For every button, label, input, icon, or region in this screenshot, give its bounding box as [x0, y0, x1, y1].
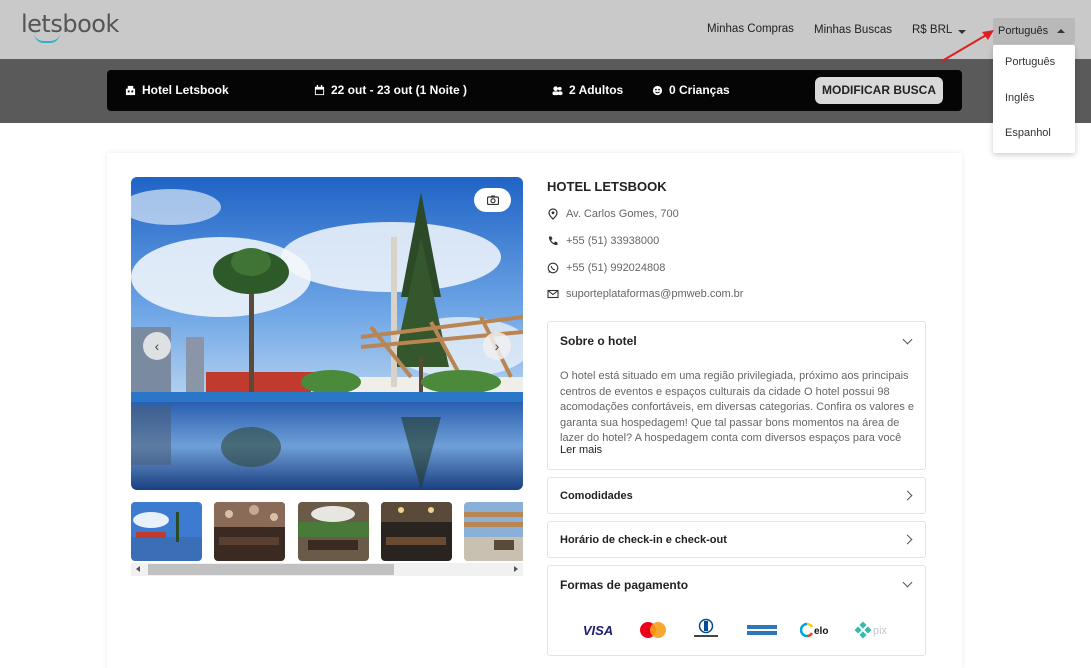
- chevron-down-icon[interactable]: [902, 334, 913, 345]
- calendar-icon: [314, 84, 325, 95]
- annotation-arrow-icon: [941, 30, 994, 62]
- amenities-title: Comodidades: [560, 490, 633, 502]
- checkin-section[interactable]: Horário de check-in e check-out: [547, 521, 926, 558]
- payment-section: Formas de pagamento VISA elo pix: [547, 565, 926, 656]
- photo-next-button[interactable]: ›: [483, 332, 511, 360]
- diners-club-logo: [690, 618, 722, 642]
- language-option-portugues[interactable]: Português: [1005, 56, 1055, 68]
- thumbnail-scrollbar[interactable]: [131, 563, 523, 576]
- chevron-right-icon: [902, 490, 913, 501]
- thumbnail-pergola[interactable]: [464, 502, 523, 561]
- language-option-espanhol[interactable]: Espanhol: [1005, 127, 1051, 139]
- gallery-button[interactable]: [474, 188, 511, 212]
- building-icon: [125, 85, 136, 95]
- scroll-right-icon[interactable]: [514, 566, 518, 572]
- users-icon: [552, 85, 563, 95]
- hotel-name: HOTEL LETSBOOK: [547, 179, 667, 194]
- top-header: letsbook Minhas Compras Minhas Buscas R$…: [0, 0, 1091, 59]
- search-summary-bar: Hotel Letsbook 22 out - 23 out (1 Noite …: [107, 70, 962, 111]
- nav-minhas-buscas[interactable]: Minhas Buscas: [814, 24, 892, 36]
- hotel-address-text: Av. Carlos Gomes, 700: [566, 208, 679, 220]
- search-adults-label: 2 Adultos: [569, 83, 624, 97]
- thumbnail-restaurant[interactable]: [214, 502, 285, 561]
- chevron-left-icon: ‹: [154, 338, 160, 354]
- language-label: Português: [998, 25, 1049, 37]
- hotel-address: Av. Carlos Gomes, 700: [547, 208, 679, 220]
- thumbnail-dining-room[interactable]: [381, 502, 452, 561]
- visa-logo: VISA: [582, 622, 614, 638]
- scroll-left-icon[interactable]: [136, 566, 140, 572]
- camera-icon: [486, 195, 499, 205]
- elo-logo: elo: [800, 618, 834, 642]
- about-hotel-section: Sobre o hotel O hotel está situado em um…: [547, 321, 926, 470]
- chevron-right-icon: [902, 534, 913, 545]
- hotel-email-text: suporteplataformas@pmweb.com.br: [566, 288, 744, 300]
- modify-search-button[interactable]: MODIFICAR BUSCA: [815, 77, 943, 104]
- chevron-right-icon: ›: [494, 338, 500, 354]
- search-hotel-label: Hotel Letsbook: [142, 83, 229, 97]
- svg-text:elo: elo: [814, 626, 828, 637]
- search-adults[interactable]: 2 Adultos: [552, 83, 623, 97]
- about-hotel-title[interactable]: Sobre o hotel: [560, 334, 637, 348]
- hotel-main-photo[interactable]: [131, 177, 523, 490]
- language-selector[interactable]: Português: [993, 18, 1075, 44]
- location-pin-icon: [548, 208, 558, 220]
- nav-minhas-compras[interactable]: Minhas Compras: [707, 23, 794, 35]
- american-express-logo: [744, 618, 780, 642]
- search-dates[interactable]: 22 out - 23 out (1 Noite ): [314, 83, 467, 97]
- hotel-phone[interactable]: +55 (51) 33938000: [547, 235, 659, 247]
- language-dropdown: Português Inglês Espanhol: [993, 45, 1075, 153]
- mastercard-logo: [636, 618, 670, 642]
- search-hotel[interactable]: Hotel Letsbook: [125, 83, 229, 97]
- scrollbar-thumb[interactable]: [148, 564, 394, 575]
- checkin-title: Horário de check-in e check-out: [560, 534, 727, 546]
- search-children-label: 0 Crianças: [669, 83, 730, 97]
- thumbnail-pool[interactable]: [131, 502, 202, 561]
- about-hotel-text: O hotel está situado em uma região privi…: [560, 370, 915, 444]
- payment-title[interactable]: Formas de pagamento: [560, 578, 688, 592]
- svg-text:pix: pix: [873, 625, 888, 637]
- whatsapp-icon: [547, 262, 559, 274]
- search-children[interactable]: 0 Crianças: [652, 83, 730, 97]
- pool-photo-image: [131, 177, 523, 490]
- child-icon: [652, 85, 663, 95]
- thumbnail-strip: [131, 502, 523, 562]
- hotel-whatsapp[interactable]: +55 (51) 992024808: [547, 262, 665, 274]
- hotel-whatsapp-text: +55 (51) 992024808: [566, 262, 666, 274]
- language-option-ingles[interactable]: Inglês: [1005, 92, 1034, 104]
- mail-icon: [547, 289, 559, 299]
- hotel-email[interactable]: suporteplataformas@pmweb.com.br: [547, 288, 743, 300]
- chevron-down-icon[interactable]: [902, 577, 913, 588]
- amenities-section[interactable]: Comodidades: [547, 477, 926, 514]
- photo-prev-button[interactable]: ‹: [143, 332, 171, 360]
- chevron-up-icon: [1057, 29, 1065, 33]
- payment-methods: VISA elo pix: [578, 618, 908, 642]
- read-more-link[interactable]: Ler mais: [560, 444, 602, 456]
- thumbnail-terrace[interactable]: [298, 502, 369, 561]
- hotel-phone-text: +55 (51) 33938000: [566, 235, 660, 247]
- phone-icon: [548, 236, 558, 246]
- search-dates-label: 22 out - 23 out (1 Noite ): [331, 83, 468, 97]
- logo-smile: [34, 33, 60, 43]
- pix-logo: pix: [854, 618, 898, 642]
